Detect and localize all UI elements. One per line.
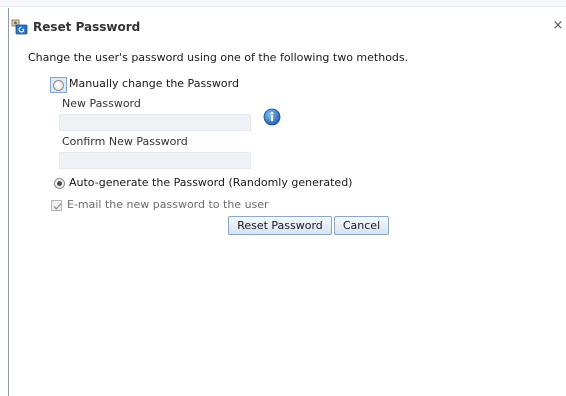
reset-password-button[interactable]: Reset Password: [228, 216, 332, 235]
instructions-text: Change the user's password using one of …: [28, 51, 409, 64]
manual-radio-label[interactable]: Manually change the Password: [69, 77, 239, 91]
email-checkbox[interactable]: [51, 200, 62, 211]
new-password-field[interactable]: [59, 114, 251, 131]
confirm-password-label: Confirm New Password: [62, 135, 188, 148]
new-password-label: New Password: [62, 97, 141, 110]
dialog-title: Reset Password: [33, 20, 141, 34]
reset-password-dialog: Reset Password × Change the user's passw…: [8, 8, 566, 396]
background-strip: [0, 0, 566, 7]
auto-radio[interactable]: [54, 178, 65, 189]
info-icon[interactable]: [263, 108, 281, 126]
manual-radio-focus[interactable]: [50, 77, 67, 93]
reset-password-icon: [11, 19, 29, 35]
close-button[interactable]: ×: [551, 18, 565, 34]
email-checkbox-label: E-mail the new password to the user: [67, 198, 269, 211]
confirm-password-field[interactable]: [59, 152, 251, 169]
dialog-titlebar: Reset Password ×: [9, 8, 566, 42]
auto-radio-label[interactable]: Auto-generate the Password (Randomly gen…: [69, 176, 352, 190]
cancel-button[interactable]: Cancel: [334, 216, 389, 235]
manual-radio[interactable]: [53, 80, 64, 91]
